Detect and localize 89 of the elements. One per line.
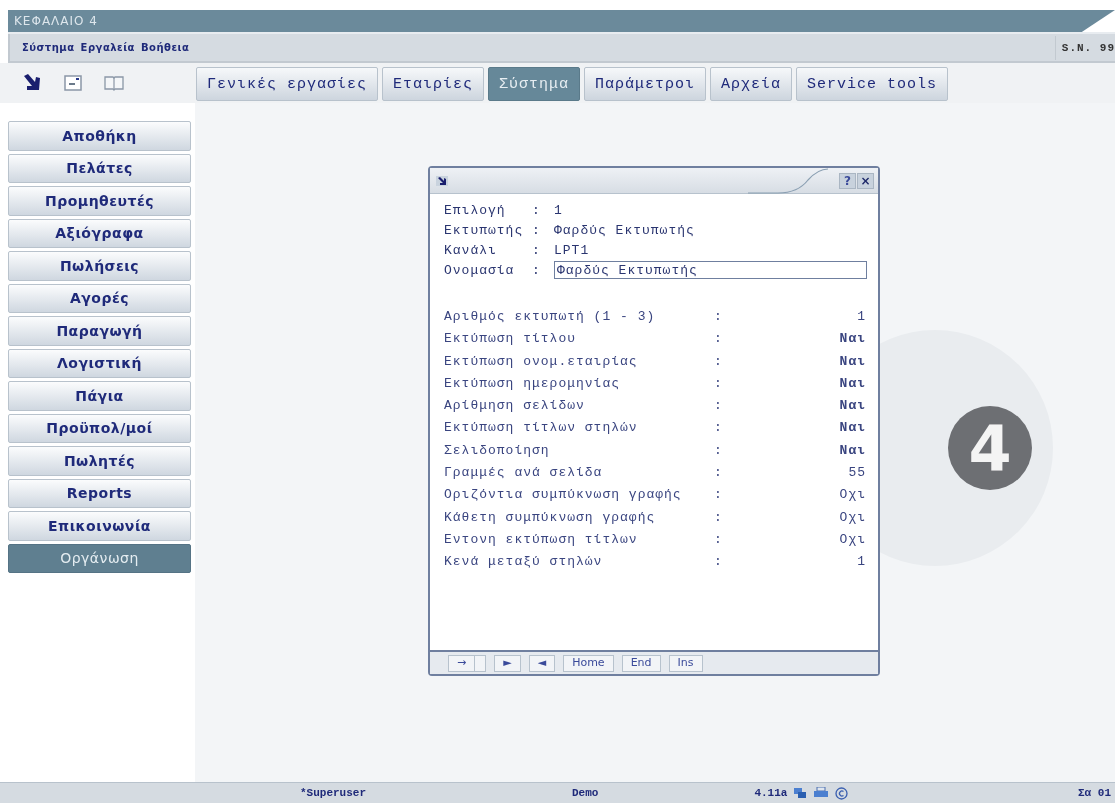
setting-separator: : xyxy=(713,486,724,504)
sidebar-item[interactable]: Αξιόγραφα xyxy=(8,218,191,248)
field-value: LPT1 xyxy=(554,242,590,258)
setting-value: Ναι xyxy=(838,330,866,348)
setting-label: Εκτύπωση ημερομηνίας xyxy=(444,374,622,392)
menu-item[interactable]: Βοήθεια xyxy=(140,42,190,53)
setting-separator: : xyxy=(713,553,724,571)
field-label: Ονομασία xyxy=(444,262,516,278)
field-separator: : xyxy=(532,222,542,238)
setting-separator: : xyxy=(713,397,724,415)
setting-label: Αριθμός εκτυπωτή (1 - 3) xyxy=(444,308,657,325)
setting-label: Σελιδοποίηση xyxy=(444,441,551,459)
setting-separator: : xyxy=(713,464,724,482)
sidebar-item[interactable]: Πωλητές xyxy=(8,446,191,476)
name-field[interactable]: Φαρδύς Εκτυπωτής xyxy=(554,261,867,279)
setting-value: Οχι xyxy=(838,486,866,504)
window-icon[interactable] xyxy=(64,75,82,91)
version-label: 4.11a xyxy=(754,787,788,799)
setting-label: Γραμμές ανά σελίδα xyxy=(444,464,604,482)
setting-label: Οριζόντια συμπύκνωση γραφής xyxy=(444,486,683,504)
setting-separator: : xyxy=(713,419,724,437)
menu-item[interactable]: Σύστημα xyxy=(22,42,75,53)
key-button[interactable]: ► xyxy=(494,654,521,672)
field-label: Εκτυπωτής xyxy=(444,222,525,238)
setting-label: Κάθετη συμπύκνωση γραφής xyxy=(444,508,657,526)
sidebar-item[interactable]: Προϋπολ/μοί xyxy=(8,413,191,443)
arrow-icon[interactable] xyxy=(22,74,42,92)
setting-label: Αρίθμηση σελίδων xyxy=(444,397,586,415)
field-label: Κανάλι xyxy=(444,242,498,258)
setting-separator: : xyxy=(713,441,724,459)
setting-value: 1 xyxy=(856,553,866,571)
key-button[interactable]: Home xyxy=(563,654,614,672)
tab[interactable]: Παράμετροι xyxy=(584,67,707,101)
field-value: 1 xyxy=(554,202,563,218)
sidebar-item[interactable]: Λογιστική xyxy=(8,348,191,378)
field-separator: : xyxy=(532,202,542,218)
setting-label: Εκτύπωση τίτλου xyxy=(444,330,578,348)
sidebar-item[interactable]: Πάγια xyxy=(8,381,191,411)
tab[interactable]: Εταιρίες xyxy=(382,67,485,101)
setting-value: Οχι xyxy=(838,508,866,526)
mode-label: Demo xyxy=(572,787,599,799)
field-label: Επιλογή xyxy=(444,202,507,218)
printer-icon xyxy=(813,787,830,799)
window-title: ΚΕΦΑΛΑΙΟ 4 xyxy=(14,14,98,28)
sidebar-item[interactable]: Επικοινωνία xyxy=(8,511,191,541)
tab[interactable]: Γενικές εργασίες xyxy=(196,67,379,101)
key-button[interactable]: End xyxy=(621,654,661,672)
arrow-icon xyxy=(436,175,448,186)
user-name: *Superuser xyxy=(300,787,366,799)
key-button[interactable]: → xyxy=(448,654,476,672)
setting-value: Ναι xyxy=(838,441,866,459)
setting-label: Κενά μεταξύ στηλών xyxy=(444,553,604,571)
close-button[interactable]: × xyxy=(857,172,874,189)
sidebar-item[interactable]: Πελάτες xyxy=(8,153,191,183)
sidebar-item[interactable]: Αποθήκη xyxy=(8,121,191,151)
key-button[interactable]: Ins xyxy=(668,654,703,672)
help-button[interactable]: ? xyxy=(839,172,856,189)
sidebar-item[interactable]: Reports xyxy=(8,478,191,508)
setting-separator: : xyxy=(713,352,724,370)
menu-item[interactable]: Εργαλεία xyxy=(80,42,135,53)
date-label: Σα 01 xyxy=(1078,787,1111,799)
setting-label: Εκτύπωση τίτλων στηλών xyxy=(444,419,639,437)
setting-separator: : xyxy=(713,330,724,348)
setting-value: Ναι xyxy=(838,397,866,415)
sidebar-item[interactable]: Οργάνωση xyxy=(8,543,191,573)
setting-value: Ναι xyxy=(838,419,866,437)
sidebar-item[interactable]: Πωλήσεις xyxy=(8,251,191,281)
sidebar-item[interactable]: Αγορές xyxy=(8,283,191,313)
setting-label: Εντονη εκτύπωση τίτλων xyxy=(444,530,639,548)
setting-separator: : xyxy=(713,530,724,548)
setting-value: Οχι xyxy=(838,530,866,548)
setting-separator: : xyxy=(713,508,724,526)
field-separator: : xyxy=(532,262,542,278)
field-separator: : xyxy=(532,242,542,258)
sidebar-item[interactable]: Παραγωγή xyxy=(8,316,191,346)
setting-value: 1 xyxy=(856,308,866,325)
tab[interactable]: Αρχεία xyxy=(710,67,793,101)
setting-separator: : xyxy=(713,374,724,392)
key-button[interactable]: ◄ xyxy=(528,654,556,672)
setting-separator: : xyxy=(713,308,724,325)
copyright-icon xyxy=(835,786,849,800)
setting-value: Ναι xyxy=(838,374,866,392)
setting-value: Ναι xyxy=(838,352,866,370)
tab[interactable]: Service tools xyxy=(796,67,949,101)
serial-number: S.N. 99 xyxy=(1054,35,1115,60)
setting-value: 55 xyxy=(847,464,866,482)
setting-label: Εκτύπωση ονομ.εταιρίας xyxy=(444,352,639,370)
field-value: Φαρδύς Εκτυπωτής xyxy=(554,222,695,238)
sidebar-item[interactable]: Προμηθευτές xyxy=(8,186,191,216)
